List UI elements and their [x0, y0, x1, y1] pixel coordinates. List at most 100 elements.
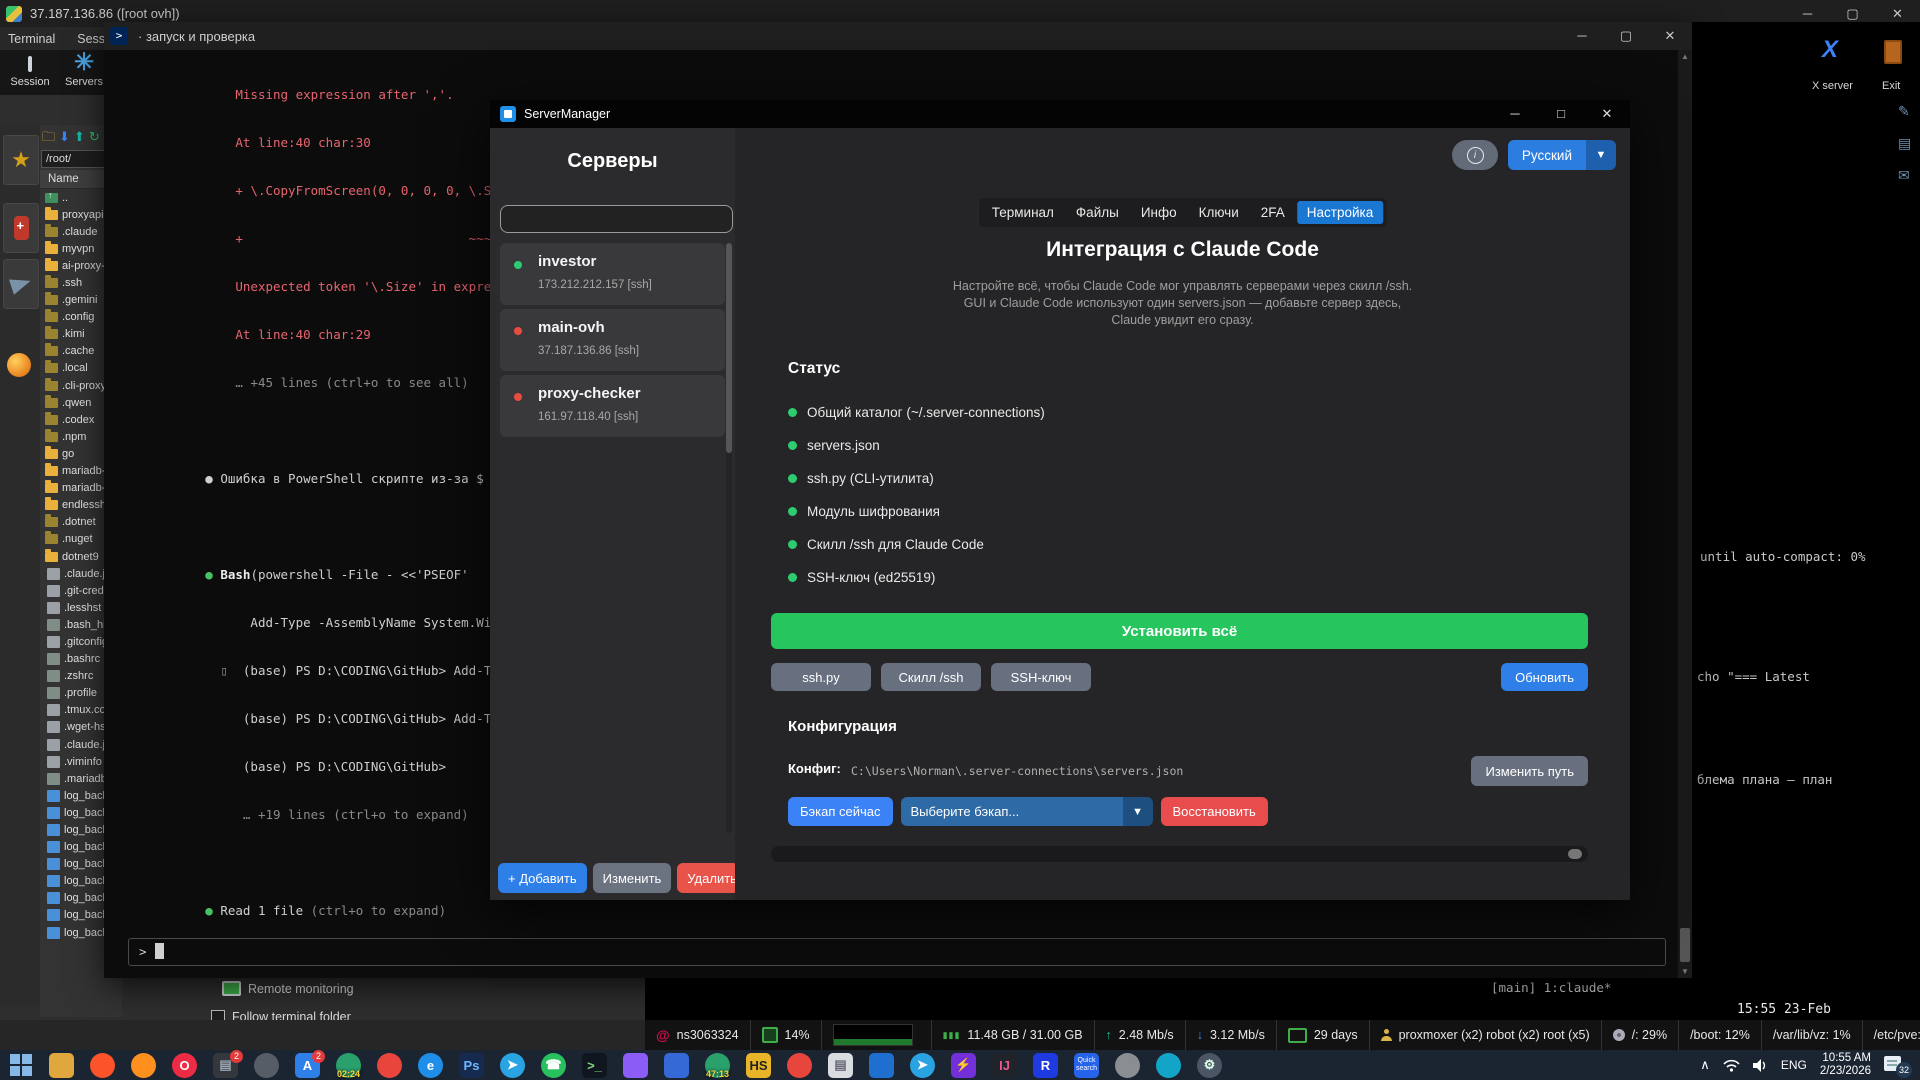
tab[interactable]: Настройка [1297, 201, 1383, 224]
x-server-icon[interactable]: X [1822, 36, 1838, 64]
terminal-scrollbar[interactable]: ▲ ▼ [1678, 50, 1692, 978]
taskbar-icon[interactable] [369, 1050, 410, 1080]
taskbar-icon[interactable]: e [410, 1050, 451, 1080]
tray-clock[interactable]: 10:55 AM 2/23/2026 [1820, 1052, 1871, 1078]
scrollbar-thumb[interactable] [1680, 928, 1690, 962]
taskbar-icon[interactable] [656, 1050, 697, 1080]
tab[interactable]: Терминал [982, 201, 1064, 224]
close-icon[interactable]: ✕ [1584, 106, 1630, 122]
taskbar-icon[interactable]: ➤ [902, 1050, 943, 1080]
taskbar-icon[interactable]: A 2 [287, 1050, 328, 1080]
taskbar-icon[interactable]: ☎ [533, 1050, 574, 1080]
scroll-down-icon[interactable]: ▼ [1678, 967, 1692, 976]
status-item-label: Модуль шифрования [807, 504, 940, 519]
taskbar-icon[interactable]: ⚙ [1189, 1050, 1230, 1080]
language-dropdown[interactable]: Русский ▼ [1508, 140, 1616, 170]
menu-item[interactable]: Terminal [8, 32, 55, 46]
edit-server-button[interactable]: Изменить [593, 863, 672, 893]
scrollbar-thumb[interactable] [726, 243, 732, 453]
edit-icon[interactable]: ✎ [1898, 103, 1910, 120]
session-button[interactable]: Session [6, 52, 54, 88]
add-server-button[interactable]: + Добавить [498, 863, 587, 893]
install-all-button[interactable]: Установить всё [771, 613, 1588, 649]
statusbar-icon [1106, 1028, 1112, 1042]
tab[interactable]: Файлы [1066, 201, 1129, 224]
backup-now-button[interactable]: Бэкап сейчас [788, 797, 893, 826]
taskbar-icon[interactable] [615, 1050, 656, 1080]
taskbar-icon[interactable]: 02:24 [328, 1050, 369, 1080]
taskbar-icon[interactable] [1107, 1050, 1148, 1080]
file-tool-icon[interactable]: ↻ [89, 129, 100, 144]
wifi-icon[interactable] [1723, 1059, 1740, 1072]
speaker-icon[interactable] [1753, 1059, 1768, 1072]
file-tool-icon[interactable]: 🗀 [42, 129, 55, 144]
taskbar-icon[interactable] [246, 1050, 287, 1080]
taskbar-icon[interactable]: Quick search [1066, 1050, 1107, 1080]
file-icon [45, 278, 58, 288]
component-button[interactable]: Скилл /ssh [881, 663, 981, 691]
close-icon[interactable]: ✕ [1648, 28, 1692, 44]
maximize-icon[interactable]: □ [1538, 106, 1584, 122]
server-card[interactable]: proxy-checker 161.97.118.40 [ssh] [500, 375, 725, 437]
taskbar-icon[interactable]: >_ [574, 1050, 615, 1080]
server-card[interactable]: main-ovh 37.187.136.86 [ssh] [500, 309, 725, 371]
tray-expand-icon[interactable]: ∧ [1700, 1057, 1710, 1073]
horizontal-scrollbar[interactable] [771, 846, 1588, 862]
server-search-input[interactable] [500, 205, 733, 233]
minimize-icon[interactable]: ─ [1492, 106, 1538, 122]
remote-monitoring-option[interactable]: Remote monitoring [222, 981, 354, 996]
panel-icon[interactable]: ▤ [1898, 135, 1911, 152]
notifications-button[interactable]: 32 [1884, 1054, 1910, 1076]
file-icon [47, 739, 60, 751]
servermanager-titlebar[interactable]: ServerManager ─ □ ✕ [490, 100, 1630, 128]
terminal-input-box[interactable]: > [128, 938, 1666, 966]
taskbar-icon[interactable]: HS [738, 1050, 779, 1080]
scroll-up-icon[interactable]: ▲ [1678, 52, 1692, 61]
taskbar-icon[interactable] [1148, 1050, 1189, 1080]
terminal-titlebar[interactable]: > · запуск и проверка ─ ▢ ✕ [104, 22, 1692, 50]
restore-button[interactable]: Восстановить [1161, 797, 1268, 826]
refresh-button[interactable]: Обновить [1501, 663, 1588, 691]
tab[interactable]: Инфо [1131, 201, 1187, 224]
statusbar-icon [833, 1024, 913, 1046]
servers-button[interactable]: ✳ Servers [60, 52, 108, 88]
server-card[interactable]: investor 173.212.212.157 [ssh] [500, 243, 725, 305]
tools-button[interactable] [3, 203, 39, 253]
taskbar-icon[interactable]: IJ [984, 1050, 1025, 1080]
backup-select[interactable]: Выберите бэкап... ▼ [901, 797, 1153, 826]
file-tool-icon[interactable]: ⬆ [74, 129, 85, 144]
globe-icon[interactable] [7, 353, 31, 377]
scrollbar-thumb[interactable] [1568, 849, 1582, 859]
file-tool-icon[interactable]: ⬇ [59, 129, 70, 144]
favorites-button[interactable]: ★ [3, 135, 39, 185]
info-button[interactable]: i [1452, 140, 1498, 170]
tab[interactable]: 2FA [1251, 201, 1295, 224]
send-button[interactable] [3, 259, 39, 309]
taskbar-icon[interactable]: ▤ [820, 1050, 861, 1080]
info-icon: i [1467, 147, 1484, 164]
delete-server-button[interactable]: Удалить [677, 863, 739, 893]
taskbar-icon[interactable] [779, 1050, 820, 1080]
taskbar-icon[interactable]: ▤ 2 [205, 1050, 246, 1080]
minimize-icon[interactable]: ─ [1560, 28, 1604, 44]
taskbar-icon[interactable] [861, 1050, 902, 1080]
taskbar-icon[interactable]: O [164, 1050, 205, 1080]
taskbar-icon[interactable]: ➤ [492, 1050, 533, 1080]
mail-icon[interactable]: ✉ [1898, 167, 1910, 184]
taskbar-icon[interactable] [41, 1050, 82, 1080]
taskbar-icon[interactable]: 47:13 [697, 1050, 738, 1080]
sidebar-scrollbar[interactable] [726, 243, 732, 833]
keyboard-language[interactable]: ENG [1781, 1058, 1807, 1072]
taskbar-icon[interactable]: Ps [451, 1050, 492, 1080]
tab[interactable]: Ключи [1189, 201, 1249, 224]
taskbar-icon[interactable] [0, 1050, 41, 1080]
change-path-button[interactable]: Изменить путь [1471, 756, 1588, 786]
taskbar-icon[interactable]: R [1025, 1050, 1066, 1080]
exit-door-icon[interactable] [1884, 40, 1902, 64]
taskbar-icon[interactable] [82, 1050, 123, 1080]
taskbar-icon[interactable] [123, 1050, 164, 1080]
taskbar-icon[interactable]: ⚡ [943, 1050, 984, 1080]
component-button[interactable]: SSH-ключ [991, 663, 1091, 691]
component-button[interactable]: ssh.py [771, 663, 871, 691]
maximize-icon[interactable]: ▢ [1604, 28, 1648, 44]
